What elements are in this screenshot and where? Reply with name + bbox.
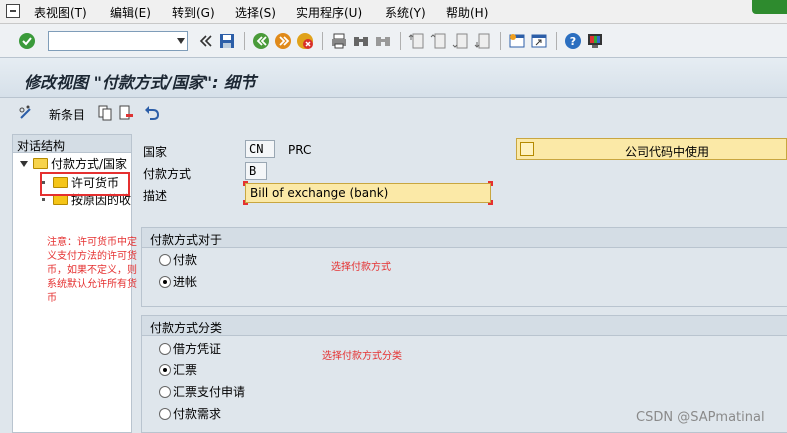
radio-outgoing[interactable]: 付款 [159, 252, 197, 268]
payment-method-label: 付款方式 [143, 167, 192, 181]
radio-incoming[interactable]: 进帐 [159, 274, 197, 290]
copy-icon[interactable] [97, 104, 113, 122]
cancel-icon[interactable] [296, 32, 314, 50]
radio-button[interactable] [159, 408, 171, 420]
shortcut-icon[interactable] [530, 32, 548, 50]
chevron-down-icon[interactable] [177, 38, 185, 44]
undo-icon[interactable] [143, 104, 161, 122]
command-field[interactable] [48, 31, 188, 51]
separator [322, 32, 323, 50]
previous-page-icon[interactable] [430, 32, 448, 50]
watermark: CSDN @SAPmatinal [636, 410, 765, 425]
new-session-icon[interactable] [508, 32, 526, 50]
country-name: PRC [288, 143, 312, 157]
annotation-group1: 选择付款方式 [331, 262, 391, 273]
double-chevron-left-icon[interactable] [196, 32, 214, 50]
back-icon[interactable] [252, 32, 270, 50]
hierarchy-icon [520, 142, 534, 156]
next-page-icon[interactable] [452, 32, 470, 50]
delete-icon[interactable] [118, 104, 134, 122]
customize-icon[interactable] [752, 0, 787, 14]
required-marker [243, 181, 248, 186]
country-label: 国家 [143, 145, 168, 159]
new-entries-button[interactable]: 新条目 [49, 106, 85, 123]
annotation-note: 注意：许可货币中定义支付方法的许可货币，如果不定义，则系统默认允许所有货币 [47, 237, 137, 304]
menu-edit[interactable]: 编辑(E) [110, 4, 151, 21]
radio-button[interactable] [159, 343, 171, 355]
required-marker [488, 200, 493, 205]
used-in-company-code-button[interactable]: 公司代码中使用 [516, 138, 787, 160]
customize-layout-icon[interactable] [586, 32, 604, 50]
last-page-icon[interactable] [474, 32, 492, 50]
required-marker [243, 200, 248, 205]
required-marker [488, 181, 493, 186]
print-icon[interactable] [330, 32, 348, 50]
menu-table-view[interactable]: 表视图(T) [34, 4, 87, 21]
menu-goto[interactable]: 转到(G) [172, 4, 215, 21]
find-next-icon[interactable] [374, 32, 392, 50]
group-title: 付款方式对于 [142, 228, 787, 248]
exit-icon[interactable] [274, 32, 292, 50]
help-icon[interactable]: ? [564, 32, 582, 50]
radio-payment-request[interactable]: 付款需求 [159, 406, 221, 422]
menu-utilities[interactable]: 实用程序(U) [296, 4, 362, 21]
description-label: 描述 [143, 189, 168, 203]
menu-select[interactable]: 选择(S) [235, 4, 276, 21]
highlight-box [40, 172, 130, 196]
radio-button-selected[interactable] [159, 364, 171, 376]
separator [556, 32, 557, 50]
tree-item-payment-method-country[interactable]: 付款方式/国家 [20, 156, 127, 173]
radio-bill-of-exchange[interactable]: 汇票 [159, 362, 197, 378]
separator [500, 32, 501, 50]
menu-help[interactable]: 帮助(H) [446, 4, 488, 21]
radio-button[interactable] [159, 254, 171, 266]
menu-bar: 表视图(T) 编辑(E) 转到(G) 选择(S) 实用程序(U) 系统(Y) 帮… [0, 0, 787, 24]
group-title: 付款方式分类 [142, 316, 787, 336]
application-toolbar: 新条目 [0, 98, 787, 128]
title-bar: 修改视图 "付款方式/国家": 细节 [0, 58, 787, 98]
save-icon[interactable] [218, 32, 236, 50]
standard-toolbar: ? [0, 24, 787, 58]
bullet-icon [42, 198, 45, 201]
separator [400, 32, 401, 50]
page-title: 修改视图 "付款方式/国家": 细节 [24, 73, 257, 92]
radio-button[interactable] [159, 386, 171, 398]
payment-method-field[interactable]: B [245, 162, 267, 180]
first-page-icon[interactable] [408, 32, 426, 50]
radio-debit-memo[interactable]: 借方凭证 [159, 341, 221, 357]
description-input[interactable]: Bill of exchange (bank) [245, 183, 491, 203]
payment-method-for-group: 付款方式对于 [141, 227, 787, 307]
svg-text:?: ? [570, 35, 576, 48]
radio-button-selected[interactable] [159, 276, 171, 288]
collapse-icon[interactable] [20, 161, 28, 167]
annotation-group2: 选择付款方式分类 [322, 351, 402, 362]
radio-boe-payment-request[interactable]: 汇票支付申请 [159, 384, 245, 400]
find-icon[interactable] [352, 32, 370, 50]
separator [244, 32, 245, 50]
enter-icon[interactable] [18, 32, 36, 50]
folder-open-icon [33, 158, 48, 169]
dialog-structure-header: 对话结构 [13, 135, 131, 153]
country-field[interactable]: CN [245, 140, 275, 158]
menu-system[interactable]: 系统(Y) [385, 4, 426, 21]
display-change-icon[interactable] [18, 104, 36, 122]
system-menu-icon[interactable] [6, 4, 20, 18]
